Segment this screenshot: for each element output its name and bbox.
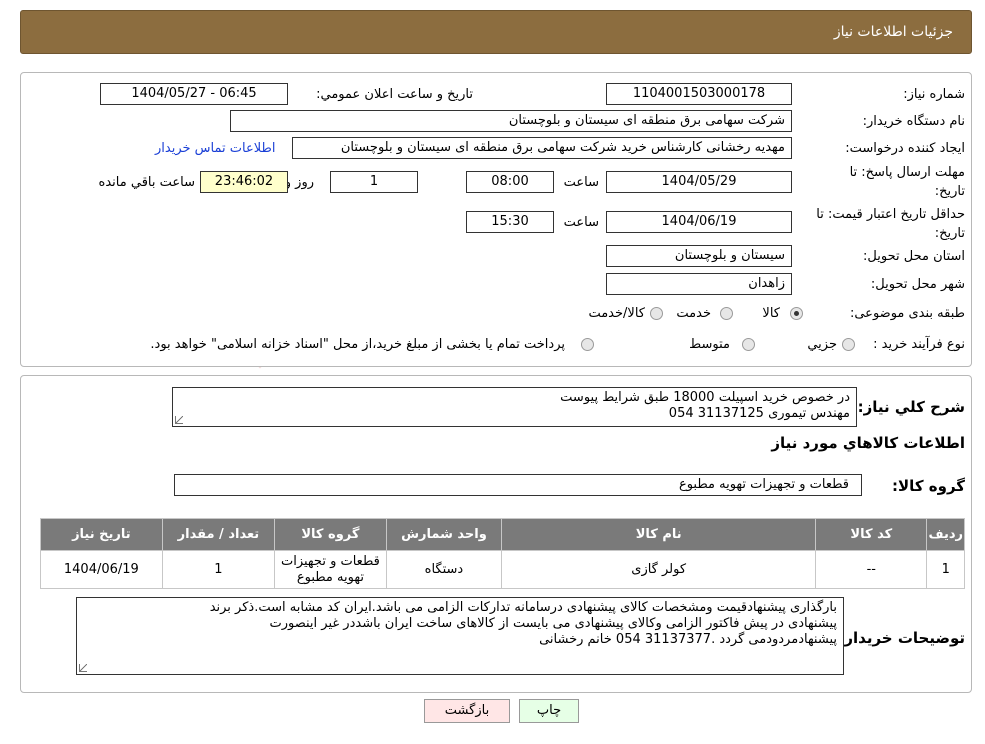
cell-row: 1 [926,550,965,589]
col-row: رديف [926,518,965,551]
days-label: روز و [284,175,314,190]
deadline-time-field: 08:00 [466,171,554,193]
deadline-date-field: 1404/05/29 [606,171,792,193]
table-header-row: رديف کد کالا نام کالا واحد شمارش گروه کا… [40,518,965,551]
city-field: زاهدان [606,273,792,295]
buyer-contact-link[interactable]: اطلاعات تماس خریدار [155,141,275,156]
back-button[interactable]: بازگشت [424,699,510,723]
process-radio-minor[interactable] [842,338,855,351]
category-option-service: خدمت [676,306,711,321]
remaining-time-field: 23:46:02 [200,171,288,193]
process-note: پرداخت تمام یا بخشی از مبلغ خرید،از محل … [150,337,565,352]
category-option-goods-service: کالا/خدمت [588,306,645,321]
buyer-notes-label: توضیحات خریدار: [838,629,965,647]
city-label: شهر محل تحویل: [870,277,965,292]
cell-group-line-2: تهویه مطبوع [296,569,364,585]
category-option-goods: کالا [762,306,780,321]
remaining-label: ساعت باقي مانده [98,175,195,190]
print-button[interactable]: چاپ [519,699,579,723]
process-option-medium: متوسط [689,337,730,352]
goods-info-title: اطلاعات کالاهاي مورد نياز [771,434,965,452]
col-date: تاریخ نیاز [40,518,163,551]
col-code: کد کالا [815,518,928,551]
cell-qty: 1 [161,550,276,589]
col-unit: واحد شمارش [385,518,503,551]
announce-datetime-field: 1404/05/27 - 06:45 [100,83,288,105]
summary-line-1: در خصوص خرید اسپیلت 18000 طبق شرایط پیوس… [560,390,850,405]
buyer-notes-textarea[interactable]: بارگذاری پیشنهادقیمت ومشخصات کالای پیشنه… [76,597,844,675]
creator-label: ایجاد کننده درخواست: [845,141,965,156]
resize-grip-icon[interactable] [175,416,183,424]
cell-name: کولر گازی [501,550,817,589]
buyer-org-label: نام دستگاه خریدار: [862,114,965,129]
need-number-field: 1104001503000178 [606,83,792,105]
province-field: سیستان و بلوچستان [606,245,792,267]
need-number-label: شماره نیاز: [903,87,965,102]
cell-group-line-1: قطعات و تجهیزات [280,553,380,569]
province-label: استان محل تحویل: [863,249,965,264]
table-row: 1 -- کولر گازی دستگاه قطعات و تجهیزات ته… [40,550,965,589]
buyer-notes-line-2: پیشنهادی در پیش فاکتور الزامی وکالای پیش… [269,616,837,631]
process-label: نوع فرآیند خرید : [873,337,965,352]
buyer-org-field: شرکت سهامی برق منطقه ای سیستان و بلوچستا… [230,110,792,132]
announce-label: تاریخ و ساعت اعلان عمومي: [316,87,473,102]
cell-unit: دستگاه [385,550,503,589]
cell-code: -- [815,550,928,589]
col-name: نام کالا [501,518,817,551]
deadline-label-2: تاریخ: [934,184,965,199]
creator-field: مهدیه رخشانی کارشناس خرید شرکت سهامی برق… [292,137,792,159]
category-radio-goods-service[interactable] [650,307,663,320]
validity-date-field: 1404/06/19 [606,211,792,233]
group-label: گروه کالا: [892,477,965,495]
deadline-label: مهلت ارسال پاسخ: تا [849,165,965,180]
process-option-minor: جزيي [807,337,837,352]
summary-label: شرح کلي نياز: [857,398,965,416]
category-label: طبقه بندی موضوعی: [849,306,965,321]
summary-textarea[interactable]: در خصوص خرید اسپیلت 18000 طبق شرایط پیوس… [172,387,857,427]
col-qty: تعداد / مقدار [161,518,276,551]
cell-date: 1404/06/19 [40,550,163,589]
col-group: گروه کالا [274,518,387,551]
cell-group: قطعات و تجهیزات تهویه مطبوع [274,550,387,589]
items-table: رديف کد کالا نام کالا واحد شمارش گروه کا… [40,518,965,589]
remaining-days-field: 1 [330,171,418,193]
summary-line-2: مهندس تیموری 31137125 054 [668,406,850,421]
deadline-time-label: ساعت [563,175,599,190]
category-radio-service[interactable] [720,307,733,320]
process-radio-medium[interactable] [742,338,755,351]
validity-time-label: ساعت [563,215,599,230]
buyer-notes-line-1: بارگذاری پیشنهادقیمت ومشخصات کالای پیشنه… [209,600,837,615]
group-value: قطعات و تجهیزات تهویه مطبوع [678,477,849,492]
page-header: جزئیات اطلاعات نیاز [20,10,972,54]
process-radio-treasury[interactable] [581,338,594,351]
validity-time-field: 15:30 [466,211,554,233]
resize-grip-icon[interactable] [79,664,87,672]
buyer-notes-line-3: پیشنهادمردودمی گردد .31137377 054 خانم ر… [539,632,837,647]
category-radio-goods[interactable] [790,307,803,320]
page-title: جزئیات اطلاعات نیاز [833,24,953,40]
validity-label-2: تاریخ: [934,226,965,241]
validity-label: حداقل تاریخ اعتبار قیمت: تا [816,207,965,222]
group-field: قطعات و تجهیزات تهویه مطبوع [174,474,862,496]
